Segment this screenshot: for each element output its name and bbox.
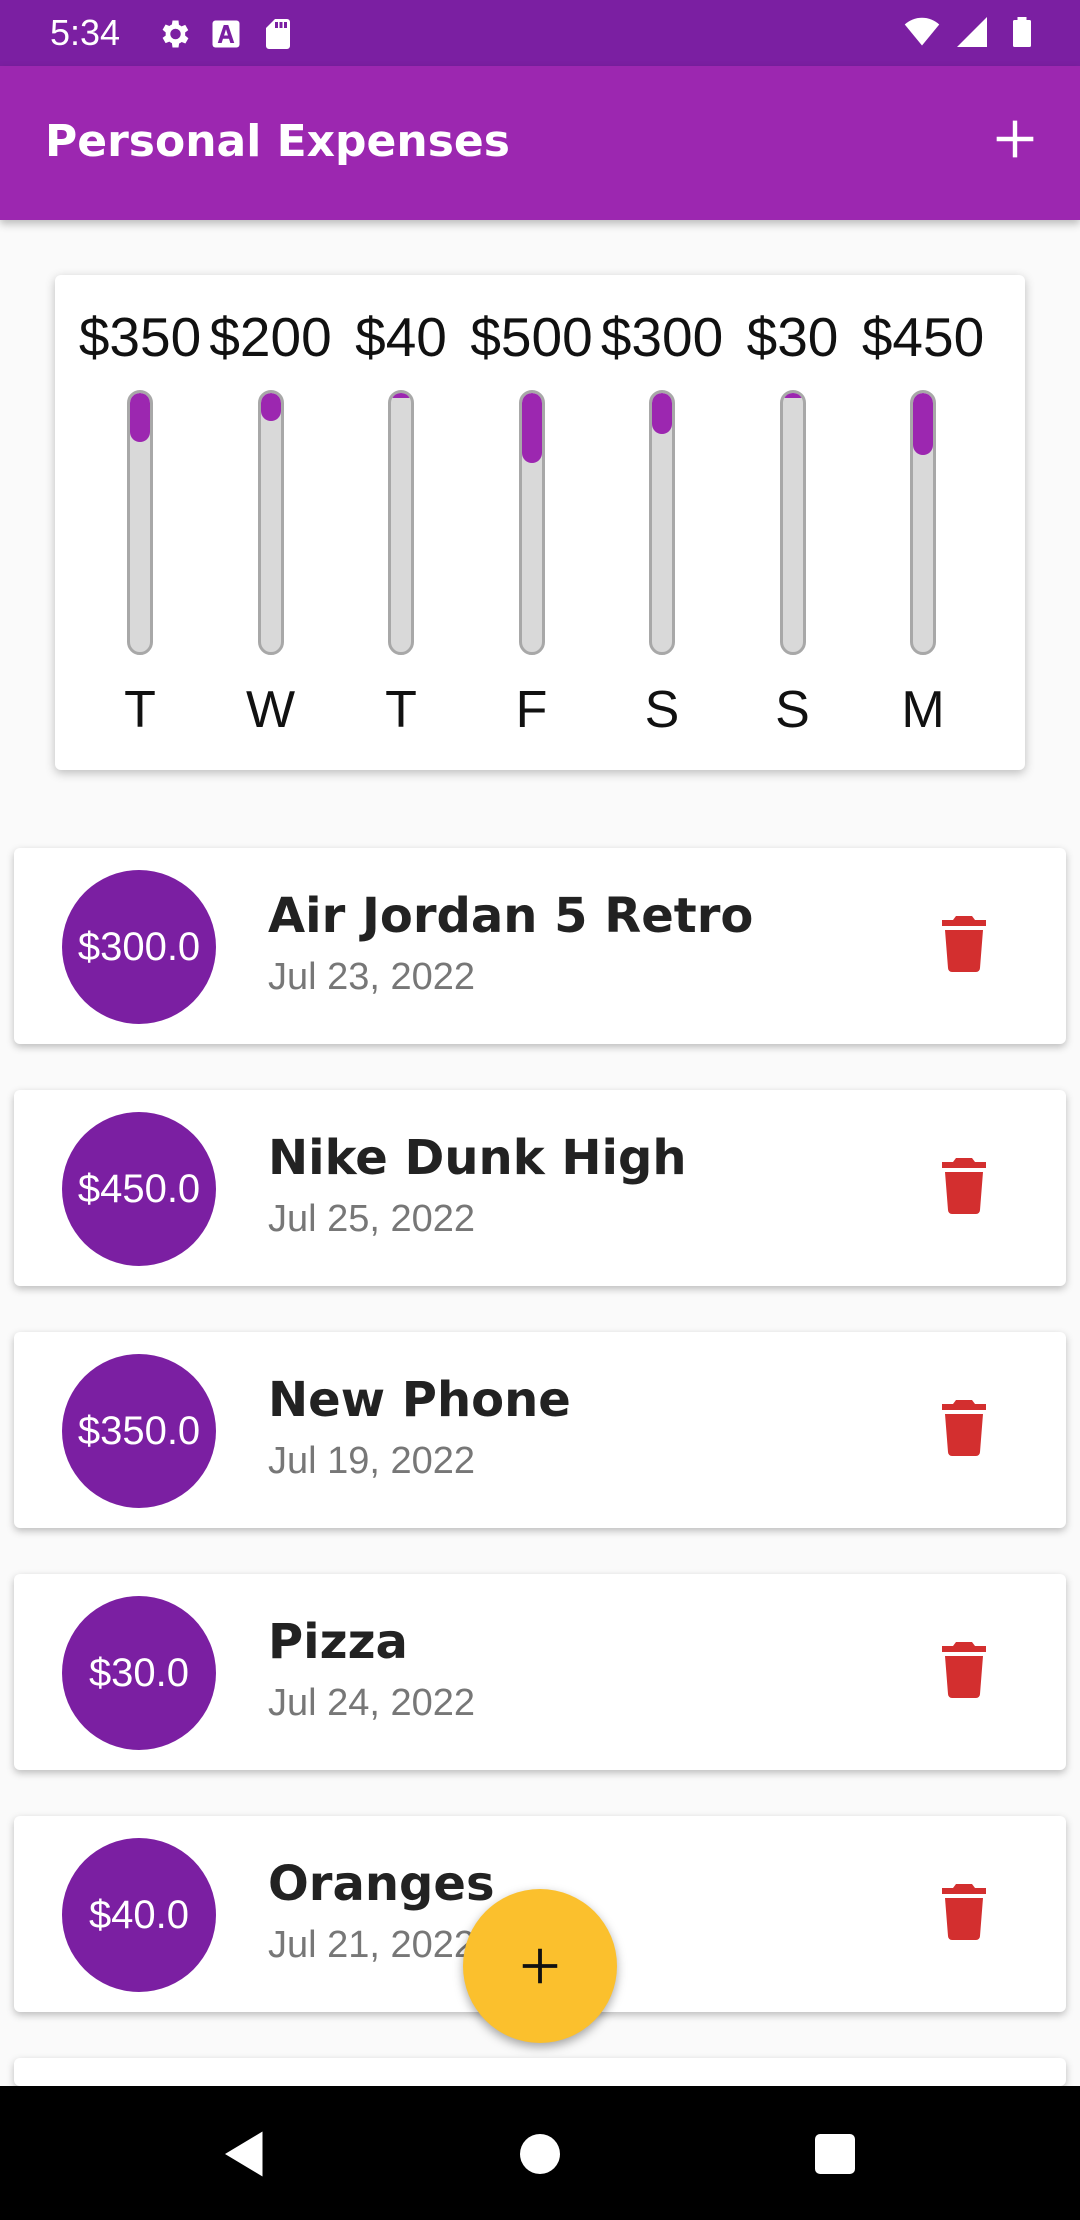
chart-bar-fill: [652, 393, 672, 434]
add-expense-button[interactable]: [980, 104, 1050, 174]
chart-amount-label: $350: [78, 306, 202, 368]
chart-bar-fill: [521, 393, 542, 463]
expense-title: Pizza: [268, 1614, 408, 1670]
chart-column: $40 T: [336, 275, 466, 770]
chart-column: $450 M: [858, 275, 988, 770]
chart-bar-fill: [260, 393, 281, 421]
chart-bar: [779, 390, 806, 655]
delete-icon[interactable]: [942, 916, 986, 972]
status-icons-left: [156, 16, 296, 52]
amount-avatar: $350.0: [62, 1354, 216, 1508]
delete-icon[interactable]: [942, 1884, 986, 1940]
expense-title: Air Jordan 5 Retro: [268, 888, 754, 944]
amount-avatar: $300.0: [62, 870, 216, 1024]
chart-bar: [257, 390, 284, 655]
chart-amount-label: $300: [600, 306, 724, 368]
navigation-bar: [0, 2086, 1080, 2220]
chart-column: $300 S: [597, 275, 727, 770]
chart-day-label: T: [124, 681, 156, 739]
expense-item[interactable]: $300.0 Air Jordan 5 Retro Jul 23, 2022: [14, 848, 1066, 1044]
signal-icon: [957, 17, 987, 47]
chart-bar-fill: [391, 393, 411, 398]
chart-bar: [127, 390, 153, 655]
chart-bar: [388, 390, 414, 655]
back-icon[interactable]: [215, 2124, 275, 2184]
plus-icon: [522, 1948, 558, 1984]
chart-column: $500 F: [467, 275, 597, 770]
chart-day-label: T: [385, 681, 417, 739]
font-icon: [212, 20, 240, 48]
chart-day-label: S: [644, 681, 680, 739]
delete-icon[interactable]: [942, 1158, 986, 1214]
weekly-chart: $350 T $200 W $40 T $500 F $300 S $30 S $450 M: [55, 275, 1025, 770]
expense-date: Jul 21, 2022: [268, 1924, 476, 1966]
amount-avatar: $450.0: [62, 1112, 216, 1266]
status-bar: 5:34: [0, 0, 1080, 66]
expense-item[interactable]: $30.0 Pizza Jul 24, 2022: [14, 1574, 1066, 1770]
chart-day-label: F: [515, 681, 548, 739]
fab-add-button[interactable]: [463, 1889, 617, 2043]
expense-date: Jul 25, 2022: [268, 1198, 476, 1240]
amount-avatar: $30.0: [62, 1596, 216, 1750]
expense-date: Jul 24, 2022: [268, 1682, 476, 1724]
chart-column: $200 W: [206, 275, 336, 770]
expense-title: Nike Dunk High: [268, 1130, 687, 1186]
status-time: 5:34: [50, 12, 121, 53]
app-bar: Personal Expenses: [0, 66, 1080, 220]
chart-bar: [518, 390, 545, 655]
chart-amount-label: $30: [746, 306, 839, 368]
chart-bar: [910, 390, 936, 655]
recents-icon[interactable]: [805, 2124, 865, 2184]
expense-item[interactable]: $350.0 New Phone Jul 19, 2022: [14, 1332, 1066, 1528]
expense-item-partial[interactable]: [14, 2058, 1066, 2086]
status-icons-right: [904, 14, 1040, 50]
chart-day-label: S: [775, 681, 810, 739]
chart-amount-label: $500: [470, 306, 593, 368]
expense-date: Jul 19, 2022: [268, 1440, 476, 1482]
expense-title: Oranges: [268, 1856, 495, 1912]
chart-day-label: W: [245, 681, 296, 739]
chart-bar-fill: [782, 393, 803, 398]
chart-column: $350 T: [75, 275, 205, 770]
chart-amount-label: $40: [355, 306, 447, 368]
home-icon[interactable]: [510, 2124, 570, 2184]
chart-amount-label: $450: [861, 306, 985, 368]
chart-amount-label: $200: [209, 306, 332, 368]
page-title: Personal Expenses: [45, 116, 510, 167]
chart-bar: [649, 390, 675, 655]
chart-bar-fill: [130, 393, 150, 442]
expense-date: Jul 23, 2022: [268, 956, 476, 998]
chart-day-label: M: [901, 681, 945, 739]
delete-icon[interactable]: [942, 1400, 986, 1456]
sdcard-icon: [266, 19, 290, 49]
plus-icon: [996, 120, 1034, 158]
amount-avatar: $40.0: [62, 1838, 216, 1992]
expense-title: New Phone: [268, 1372, 571, 1428]
wifi-icon: [904, 17, 940, 46]
chart-column: $30 S: [728, 275, 858, 770]
chart-bar-fill: [913, 393, 933, 455]
delete-icon[interactable]: [942, 1642, 986, 1698]
expense-item[interactable]: $450.0 Nike Dunk High Jul 25, 2022: [14, 1090, 1066, 1286]
gear-icon: [162, 20, 189, 48]
battery-icon: [1013, 17, 1031, 47]
